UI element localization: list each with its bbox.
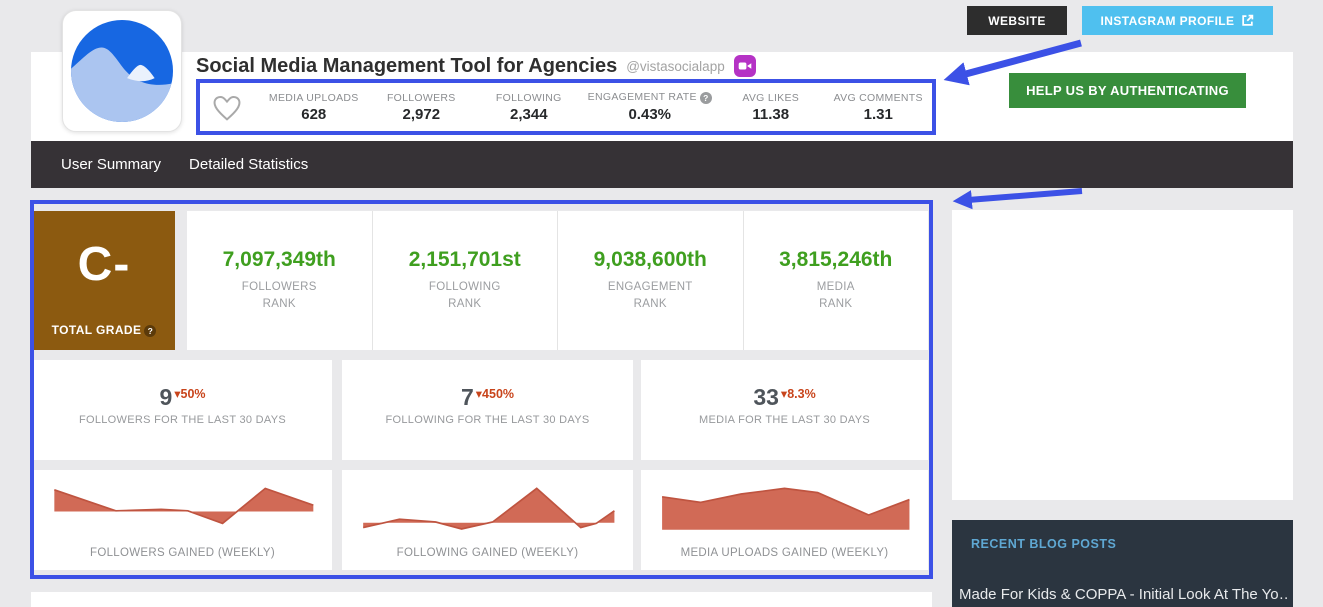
stat-label: ENGAGEMENT RATE? bbox=[583, 91, 717, 103]
recent-blog-posts-heading: RECENT BLOG POSTS bbox=[971, 537, 1116, 551]
rank-value: 9,038,600th bbox=[594, 248, 707, 272]
delta-label: MEDIA FOR THE LAST 30 DAYS bbox=[641, 414, 928, 426]
tab-user-summary[interactable]: User Summary bbox=[47, 141, 175, 188]
following-rank: 2,151,701st FOLLOWING RANK bbox=[373, 211, 559, 350]
rank-label: FOLLOWERS bbox=[242, 279, 317, 296]
profile-handle: @vistasocialapp bbox=[626, 59, 725, 74]
stat-following: FOLLOWING 2,344 bbox=[475, 92, 583, 123]
delta-value: 7 bbox=[461, 384, 474, 410]
stat-label-text: ENGAGEMENT RATE bbox=[588, 91, 697, 103]
following-weekly-card: FOLLOWING GAINED (WEEKLY) bbox=[342, 470, 633, 570]
total-grade-label-text: TOTAL GRADE bbox=[52, 323, 142, 337]
ranks-card: 7,097,349th FOLLOWERS RANK 2,151,701st F… bbox=[187, 211, 928, 350]
stat-value: 2,344 bbox=[475, 106, 583, 123]
vista-social-logo-icon bbox=[71, 20, 173, 122]
delta-value: 33 bbox=[753, 384, 779, 410]
following-30d-card: 7▾450% FOLLOWING FOR THE LAST 30 DAYS bbox=[342, 360, 633, 460]
avatar bbox=[62, 10, 182, 132]
stat-label: AVG LIKES bbox=[717, 92, 825, 104]
delta-label: FOLLOWERS FOR THE LAST 30 DAYS bbox=[33, 414, 332, 426]
stat-value: 0.43% bbox=[583, 106, 717, 123]
website-button[interactable]: WEBSITE bbox=[967, 6, 1067, 35]
rank-label: RANK bbox=[634, 296, 667, 313]
help-question-icon[interactable]: ? bbox=[144, 325, 156, 337]
rank-label: MEDIA bbox=[817, 279, 855, 296]
delta-change: ▾8.3% bbox=[781, 387, 816, 401]
blog-post-link[interactable]: Made For Kids & COPPA - Initial Look At … bbox=[959, 586, 1289, 603]
followers-30d-card: 9▾50% FOLLOWERS FOR THE LAST 30 DAYS bbox=[33, 360, 332, 460]
stat-value: 11.38 bbox=[717, 106, 825, 123]
chart-label: FOLLOWING GAINED (WEEKLY) bbox=[342, 547, 633, 559]
video-camera-icon bbox=[734, 55, 756, 77]
external-link-icon bbox=[1241, 14, 1254, 27]
favorite-heart-icon[interactable] bbox=[210, 92, 244, 122]
media-rank: 3,815,246th MEDIA RANK bbox=[744, 211, 929, 350]
total-grade-label: TOTAL GRADE? bbox=[33, 323, 175, 337]
followers-weekly-chart bbox=[49, 480, 316, 536]
ad-placeholder bbox=[952, 210, 1293, 500]
instagram-profile-button-label: INSTAGRAM PROFILE bbox=[1101, 14, 1235, 28]
stat-engagement-rate: ENGAGEMENT RATE? 0.43% bbox=[583, 91, 717, 122]
instagram-profile-button[interactable]: INSTAGRAM PROFILE bbox=[1082, 6, 1273, 35]
stat-media-uploads: MEDIA UPLOADS 628 bbox=[260, 92, 368, 123]
stat-followers: FOLLOWERS 2,972 bbox=[368, 92, 476, 123]
rank-label: RANK bbox=[448, 296, 481, 313]
rank-label: RANK bbox=[263, 296, 296, 313]
media-30d-card: 33▾8.3% MEDIA FOR THE LAST 30 DAYS bbox=[641, 360, 928, 460]
stat-label: MEDIA UPLOADS bbox=[260, 92, 368, 104]
rank-value: 2,151,701st bbox=[409, 248, 521, 272]
rank-label: ENGAGEMENT bbox=[608, 279, 693, 296]
profile-title-row: Social Media Management Tool for Agencie… bbox=[196, 53, 756, 79]
help-question-icon[interactable]: ? bbox=[700, 92, 712, 104]
engagement-rank: 9,038,600th ENGAGEMENT RANK bbox=[558, 211, 744, 350]
total-grade-card: C- TOTAL GRADE? bbox=[33, 211, 175, 350]
recent-blog-posts-box: RECENT BLOG POSTS Made For Kids & COPPA … bbox=[952, 520, 1293, 607]
delta-value: 9 bbox=[159, 384, 172, 410]
followers-weekly-card: FOLLOWERS GAINED (WEEKLY) bbox=[33, 470, 332, 570]
stat-avg-likes: AVG LIKES 11.38 bbox=[717, 92, 825, 123]
profile-nav: User Summary Detailed Statistics bbox=[31, 141, 1293, 188]
media-weekly-chart bbox=[657, 480, 912, 536]
delta-change-value: 50% bbox=[181, 387, 206, 401]
stat-avg-comments: AVG COMMENTS 1.31 bbox=[824, 92, 932, 123]
stat-label: AVG COMMENTS bbox=[824, 92, 932, 104]
following-weekly-chart bbox=[358, 480, 617, 536]
stat-value: 628 bbox=[260, 106, 368, 123]
rank-value: 3,815,246th bbox=[779, 248, 892, 272]
next-section-preview bbox=[31, 592, 932, 607]
stat-label: FOLLOWING bbox=[475, 92, 583, 104]
media-weekly-card: MEDIA UPLOADS GAINED (WEEKLY) bbox=[641, 470, 928, 570]
page-title: Social Media Management Tool for Agencie… bbox=[196, 55, 617, 78]
tab-detailed-statistics[interactable]: Detailed Statistics bbox=[175, 141, 322, 188]
profile-stats-box: MEDIA UPLOADS 628 FOLLOWERS 2,972 FOLLOW… bbox=[196, 79, 936, 135]
stat-value: 1.31 bbox=[824, 106, 932, 123]
delta-change: ▾50% bbox=[174, 387, 205, 401]
followers-rank: 7,097,349th FOLLOWERS RANK bbox=[187, 211, 373, 350]
authenticate-button[interactable]: HELP US BY AUTHENTICATING bbox=[1009, 73, 1246, 108]
delta-change-value: 450% bbox=[482, 387, 514, 401]
rank-label: RANK bbox=[819, 296, 852, 313]
delta-label: FOLLOWING FOR THE LAST 30 DAYS bbox=[342, 414, 633, 426]
delta-change: ▾450% bbox=[476, 387, 514, 401]
stat-label: FOLLOWERS bbox=[368, 92, 476, 104]
rank-label: FOLLOWING bbox=[429, 279, 501, 296]
rank-value: 7,097,349th bbox=[223, 248, 336, 272]
stat-value: 2,972 bbox=[368, 106, 476, 123]
chart-label: MEDIA UPLOADS GAINED (WEEKLY) bbox=[641, 547, 928, 559]
chart-label: FOLLOWERS GAINED (WEEKLY) bbox=[33, 547, 332, 559]
total-grade-value: C- bbox=[33, 237, 175, 292]
delta-change-value: 8.3% bbox=[787, 387, 816, 401]
